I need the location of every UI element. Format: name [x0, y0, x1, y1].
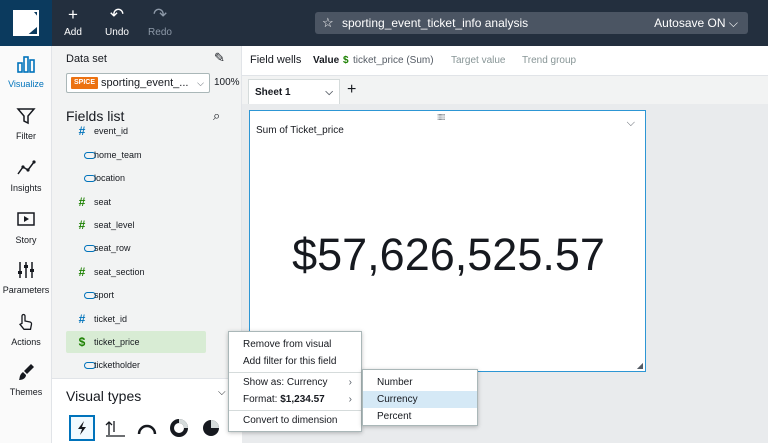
add-sheet-button[interactable]: + [347, 81, 356, 99]
value-well-label: Value [313, 55, 340, 66]
chevron-down-icon: ⌵ [728, 16, 738, 30]
lightning-icon [78, 421, 86, 435]
visual-types-title: Visual types [66, 388, 142, 404]
field-wells-label: Field wells [250, 54, 302, 66]
menu-format[interactable]: Format: $1,234.57 › [229, 391, 361, 408]
dataset-name: sporting_event_... [101, 77, 189, 89]
chevron-down-icon: ⌵ [197, 78, 204, 88]
tab-sheet-1[interactable]: Sheet 1 ⌵ [248, 79, 340, 104]
submenu-percent[interactable]: Percent [363, 408, 477, 425]
menu-remove-from-visual[interactable]: Remove from visual [229, 336, 361, 353]
pie-icon [203, 420, 219, 436]
chevron-down-icon[interactable]: ⌵ [325, 80, 333, 105]
left-navigation: Visualize Filter Insights Story Paramete… [0, 46, 52, 443]
quicksight-logo[interactable] [0, 0, 52, 46]
field-seat[interactable]: # seat [66, 191, 206, 213]
nav-filter[interactable]: Filter [0, 106, 52, 141]
show-as-submenu: Number Currency Percent [362, 369, 478, 426]
redo-button[interactable]: ↷ Redo [140, 5, 180, 41]
edit-pencil-icon[interactable]: ✎ [214, 50, 225, 66]
plus-icon: + [68, 5, 78, 24]
donut-icon [170, 419, 188, 437]
target-value-well[interactable]: Target value [451, 55, 505, 66]
nav-insights[interactable]: Insights [0, 158, 52, 193]
insights-icon [0, 158, 52, 180]
field-location[interactable]: location [66, 167, 206, 189]
submenu-currency[interactable]: Currency [363, 391, 477, 408]
sort-visual-type[interactable] [102, 415, 128, 441]
nav-visualize[interactable]: Visualize [0, 54, 52, 89]
dataset-label: Data set [66, 53, 107, 65]
trend-group-well[interactable]: Trend group [522, 55, 576, 66]
field-wells-bar: Field wells Value $ ticket_price (Sum) T… [242, 46, 768, 76]
measure-number-icon: # [78, 265, 86, 279]
dataset-select[interactable]: SPICE sporting_event_... ⌵ [66, 73, 210, 93]
measure-number-icon: # [78, 195, 86, 209]
analysis-title[interactable]: sporting_event_ticket_info analysis [342, 12, 528, 34]
filter-icon [0, 106, 52, 128]
field-seat-section[interactable]: # seat_section [66, 261, 206, 283]
undo-icon: ↶ [109, 5, 125, 24]
fields-list: # event_id home_team location # seat # s… [66, 122, 242, 380]
donut-visual-type[interactable] [166, 415, 192, 441]
pie-visual-type[interactable] [198, 415, 224, 441]
dimension-number-icon: # [78, 124, 86, 138]
dimension-number-icon: # [78, 312, 86, 326]
nav-themes[interactable]: Themes [0, 362, 52, 397]
chevron-right-icon: › [348, 394, 352, 405]
menu-show-as[interactable]: Show as: Currency › [229, 374, 361, 391]
visual-title: Sum of Ticket_price [256, 125, 344, 136]
menu-add-filter[interactable]: Add filter for this field [229, 353, 361, 370]
actions-icon [0, 312, 52, 334]
field-context-menu: Remove from visual Add filter for this f… [228, 331, 362, 432]
resize-handle-icon[interactable]: ◢ [637, 361, 643, 370]
sheet-tabs: Sheet 1 ⌵ + [242, 76, 768, 104]
visual-menu-chevron-icon[interactable]: ⌵ [627, 117, 635, 130]
kpi-value: $57,626,525.57 [292, 229, 605, 280]
field-ticketholder[interactable]: ticketholder [66, 354, 206, 376]
submenu-number[interactable]: Number [363, 374, 477, 391]
gauge-visual-type[interactable] [134, 415, 160, 441]
menu-divider [229, 372, 361, 373]
drag-handle-icon[interactable]: ⁞⁞⁞⁞⁞⁞ [437, 113, 445, 122]
measure-number-icon: # [78, 218, 86, 232]
nav-story[interactable]: Story [0, 210, 52, 245]
field-seat-row[interactable]: seat_row [66, 237, 206, 259]
field-sport[interactable]: sport [66, 284, 206, 306]
kpi-visual-type[interactable] [69, 415, 95, 441]
currency-icon: $ [343, 55, 349, 66]
autosave-toggle[interactable]: Autosave ON ⌵ [654, 12, 738, 34]
redo-icon: ↷ [152, 5, 168, 24]
currency-icon: $ [78, 335, 86, 349]
nav-actions[interactable]: Actions [0, 312, 52, 347]
field-seat-level[interactable]: # seat_level [66, 214, 206, 236]
story-icon [0, 210, 52, 232]
sort-arrows-icon [105, 421, 125, 437]
add-button[interactable]: + Add [53, 5, 93, 41]
chevron-right-icon: › [348, 377, 352, 388]
gauge-icon [137, 424, 157, 435]
field-event-id[interactable]: # event_id [66, 122, 206, 142]
brush-icon [0, 362, 52, 384]
chevron-down-icon[interactable]: ⌵ [218, 387, 226, 398]
value-well-field[interactable]: ticket_price (Sum) [353, 55, 434, 66]
spice-badge: SPICE [71, 77, 99, 89]
menu-divider [229, 410, 361, 411]
nav-parameters[interactable]: Parameters [0, 260, 52, 295]
logo-icon [13, 10, 39, 36]
star-icon[interactable]: ☆ [322, 12, 334, 34]
analysis-title-bar[interactable]: ☆ sporting_event_ticket_info analysis Au… [315, 12, 748, 34]
parameters-icon [0, 260, 52, 282]
field-ticket-price[interactable]: $ ticket_price [66, 331, 206, 353]
spice-usage: 100% [214, 77, 240, 88]
top-toolbar: + Add ↶ Undo ↷ Redo ☆ sporting_event_tic… [0, 0, 768, 46]
menu-convert-to-dimension[interactable]: Convert to dimension [229, 412, 361, 429]
undo-button[interactable]: ↶ Undo [97, 5, 137, 41]
bar-chart-icon [0, 54, 52, 76]
field-home-team[interactable]: home_team [66, 144, 206, 166]
visual-types-panel: Visual types ⌵ [52, 378, 242, 443]
field-ticket-id[interactable]: # ticket_id [66, 308, 206, 330]
